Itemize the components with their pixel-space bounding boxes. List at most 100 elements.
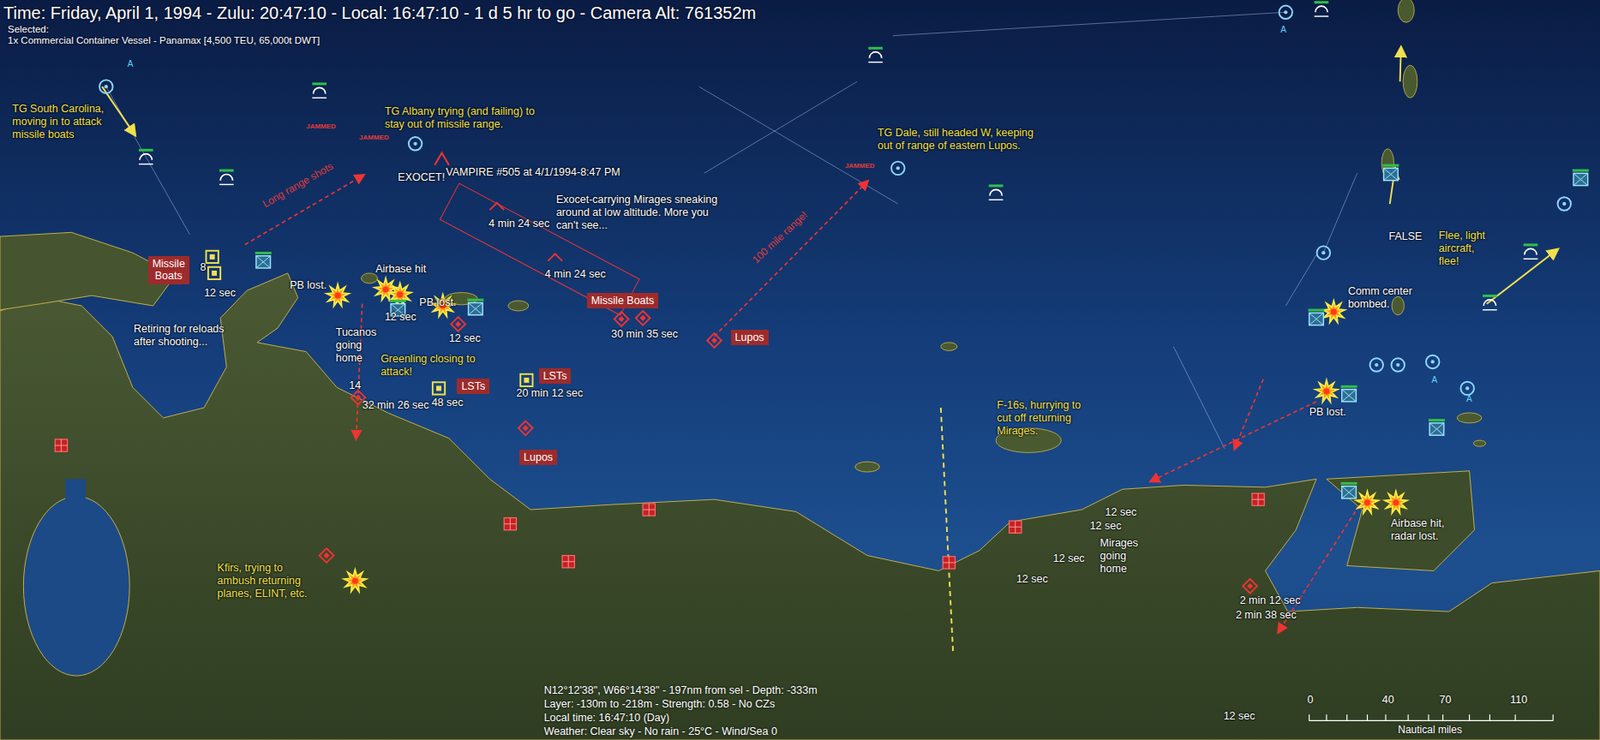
tactical-map[interactable]: Time: Friday, April 1, 1994 - Zulu: 20:4… <box>0 0 1600 740</box>
side-label: A <box>1432 375 1439 385</box>
track-line <box>106 86 191 235</box>
weapon-track <box>1234 379 1264 450</box>
jammed-label: JAMMED <box>844 161 875 170</box>
aircraft-icon[interactable] <box>1279 5 1293 19</box>
aircraft-icon[interactable] <box>1426 355 1439 369</box>
map-annotation: PB lost. <box>419 296 456 310</box>
island <box>361 273 378 284</box>
island <box>1473 440 1486 447</box>
aircraft-icon[interactable] <box>891 161 905 175</box>
unit-group-label[interactable]: LSTs <box>456 378 490 395</box>
map-annotation: Exocet-carrying Mirages sneaking around … <box>556 193 718 233</box>
map-annotation: Flee, light aircraft, flee! <box>1438 229 1486 269</box>
ship-icon[interactable] <box>255 251 272 269</box>
map-annotation: TG South Carolina, moving in to attack m… <box>11 102 104 142</box>
hostile-facility-icon[interactable] <box>942 557 955 570</box>
map-background <box>0 0 1600 740</box>
weapon-track <box>713 181 868 337</box>
hostile-unit-icon[interactable] <box>614 311 630 327</box>
hostile-unit-icon[interactable] <box>707 333 722 348</box>
weapon-track <box>356 304 363 439</box>
island <box>855 461 881 473</box>
aircraft-icon[interactable] <box>408 137 422 150</box>
ship-icon[interactable] <box>1341 482 1358 499</box>
contact-icon[interactable] <box>138 149 154 165</box>
explosion-icon <box>1315 380 1338 402</box>
mirage-icon[interactable] <box>434 153 450 166</box>
aircraft-icon[interactable] <box>1391 358 1405 372</box>
aircraft-icon[interactable] <box>1558 197 1571 210</box>
ship-icon[interactable] <box>1572 169 1589 186</box>
hostile-unit-icon[interactable] <box>635 311 651 326</box>
mainland <box>0 273 1600 740</box>
hostile-unit-icon[interactable] <box>319 548 335 564</box>
map-annotation: 12 sec <box>1223 710 1256 724</box>
map-annotation: PB lost. <box>1309 406 1347 420</box>
map-annotation: 12 sec <box>384 311 417 324</box>
unit-group-label[interactable]: LSTs <box>539 368 572 384</box>
hostile-unit-icon[interactable] <box>518 421 534 437</box>
hostile-facility-icon[interactable] <box>562 556 575 569</box>
map-annotation: PB lost. <box>289 279 327 293</box>
map-annotation: 4 min 24 sec <box>488 217 550 231</box>
map-annotation: FALSE <box>1389 230 1423 244</box>
map-annotation: 12 sec <box>203 287 236 300</box>
ship-icon[interactable] <box>1382 164 1399 181</box>
scale-bar <box>1309 714 1554 721</box>
aircraft-icon[interactable] <box>1369 358 1383 372</box>
scale-tick: 0 <box>1307 694 1314 707</box>
contact-icon[interactable] <box>1482 294 1498 311</box>
ship-icon[interactable] <box>1341 385 1358 402</box>
hostile-facility-icon[interactable] <box>642 503 655 516</box>
island <box>1391 296 1404 315</box>
hostile-facility-icon[interactable] <box>1009 521 1022 534</box>
unit-overlay <box>0 0 1600 740</box>
aircraft-icon[interactable] <box>1460 382 1474 396</box>
track-line <box>699 86 899 204</box>
explosion-icon <box>389 283 412 306</box>
contact-icon[interactable] <box>219 169 234 186</box>
friendly-unit-icon[interactable] <box>208 267 221 280</box>
friendly-unit-icon[interactable] <box>206 251 219 264</box>
mirage-icon[interactable] <box>490 203 505 210</box>
side-label: A <box>127 59 134 69</box>
explosion-icon <box>1356 491 1379 514</box>
contact-icon[interactable] <box>1314 0 1330 17</box>
map-annotation: TG Albany trying (and failing) to stay o… <box>384 105 535 132</box>
hostile-facility-icon[interactable] <box>503 518 516 531</box>
unit-group-label[interactable]: Missile Boats <box>587 293 660 309</box>
map-annotation: 12 sec <box>1090 520 1122 534</box>
island <box>1456 413 1482 424</box>
hostile-unit-icon[interactable] <box>1242 579 1258 594</box>
weapon-track <box>1150 401 1317 482</box>
selected-unit[interactable]: 1x Commercial Container Vessel - Panamax… <box>3 35 756 46</box>
contact-icon[interactable] <box>311 82 327 98</box>
map-annotation: 2 min 12 sec <box>1240 594 1301 608</box>
hostile-unit-icon[interactable] <box>450 317 466 332</box>
aircraft-icon[interactable] <box>99 79 113 93</box>
unit-group-label[interactable]: Lupos <box>731 329 769 346</box>
contact-icon[interactable] <box>1523 243 1539 259</box>
hostile-facility-icon[interactable] <box>1252 493 1265 506</box>
map-annotation: 12 sec <box>449 332 481 346</box>
f16-track <box>940 407 953 654</box>
contact-icon[interactable] <box>868 47 883 63</box>
contact-icon[interactable] <box>988 184 1004 200</box>
unit-group-label[interactable]: Missile Boats <box>148 256 190 285</box>
friendly-unit-icon[interactable] <box>520 374 533 387</box>
aircraft-icon[interactable] <box>1317 245 1331 259</box>
jammed-label: JAMMED <box>305 122 336 131</box>
ship-icon[interactable] <box>1428 419 1445 436</box>
map-annotation: Comm center bombed. <box>1348 285 1413 312</box>
friendly-unit-icon[interactable] <box>432 382 445 395</box>
track-line <box>1285 255 1317 307</box>
unit-group-label[interactable]: Lupos <box>519 449 558 466</box>
ship-icon[interactable] <box>1307 309 1325 326</box>
map-annotation: 20 min 12 sec <box>515 387 583 401</box>
mirage-icon[interactable] <box>547 253 563 261</box>
hostile-facility-icon[interactable] <box>54 439 67 452</box>
track-line <box>892 11 1286 36</box>
ship-icon[interactable] <box>467 299 484 316</box>
time-readout: Time: Friday, April 1, 1994 - Zulu: 20:4… <box>3 3 756 24</box>
map-annotation: 12 sec <box>1016 573 1049 587</box>
